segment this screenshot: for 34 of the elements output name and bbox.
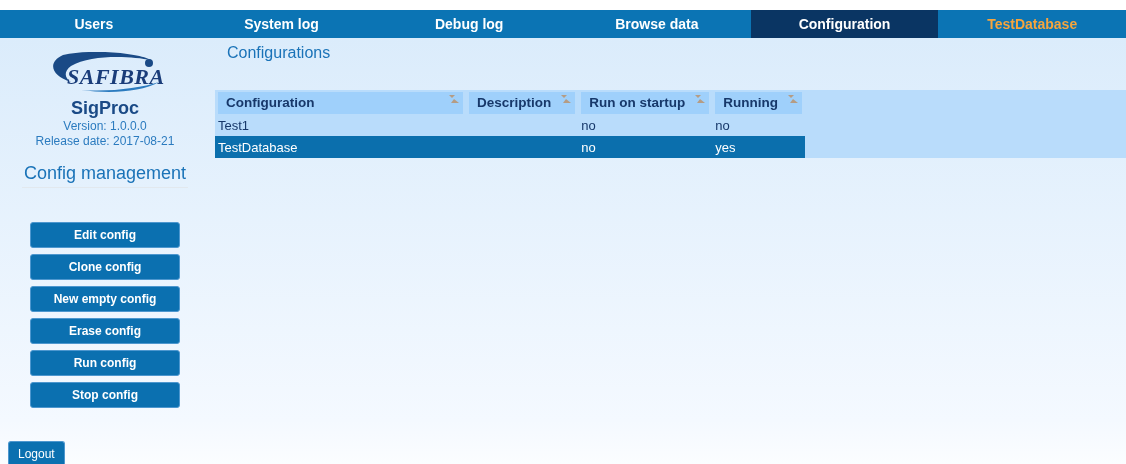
logo-text: SAFIBRA [67, 64, 165, 90]
column-header[interactable]: Configuration [218, 92, 463, 114]
config-button[interactable]: Run config [30, 350, 180, 376]
sort-icon [695, 95, 706, 103]
config-button[interactable]: Edit config [30, 222, 180, 248]
column-header[interactable]: Description [469, 92, 576, 114]
nav-tab[interactable]: Debug log [375, 10, 563, 38]
nav-tab[interactable]: Browse data [563, 10, 751, 38]
config-button[interactable]: Stop config [30, 382, 180, 408]
column-header[interactable]: Running [715, 92, 802, 114]
table-cell: no [581, 139, 596, 155]
config-button[interactable]: Clone config [30, 254, 180, 280]
app-name: SigProc [71, 98, 139, 119]
page-title: Configurations [226, 43, 332, 63]
sort-icon [788, 95, 798, 103]
nav-tab[interactable]: Users [0, 10, 188, 38]
table-row[interactable]: TestDatabase no yes [215, 136, 805, 158]
version-text: Version: 1.0.0.0 [63, 119, 147, 134]
nav-tab[interactable]: Configuration [750, 10, 939, 38]
table-cell: yes [715, 139, 736, 155]
sort-icon [561, 95, 572, 103]
sort-icon [449, 95, 459, 103]
release-date: Release date: 2017-08-21 [35, 134, 175, 149]
table-cell: no [581, 117, 596, 133]
config-button[interactable]: New empty config [30, 286, 180, 312]
config-button[interactable]: Erase config [30, 318, 180, 344]
table-cell: TestDatabase [218, 139, 298, 155]
table-cell: Test1 [218, 117, 250, 133]
column-header[interactable]: Run on startup [581, 92, 710, 114]
table-row[interactable]: Test1 no no [215, 114, 805, 136]
nav-tab[interactable]: System log [187, 10, 376, 38]
table-cell: no [715, 117, 730, 133]
logout-button[interactable]: Logout [8, 441, 65, 464]
section-title: Config management [21, 163, 189, 188]
